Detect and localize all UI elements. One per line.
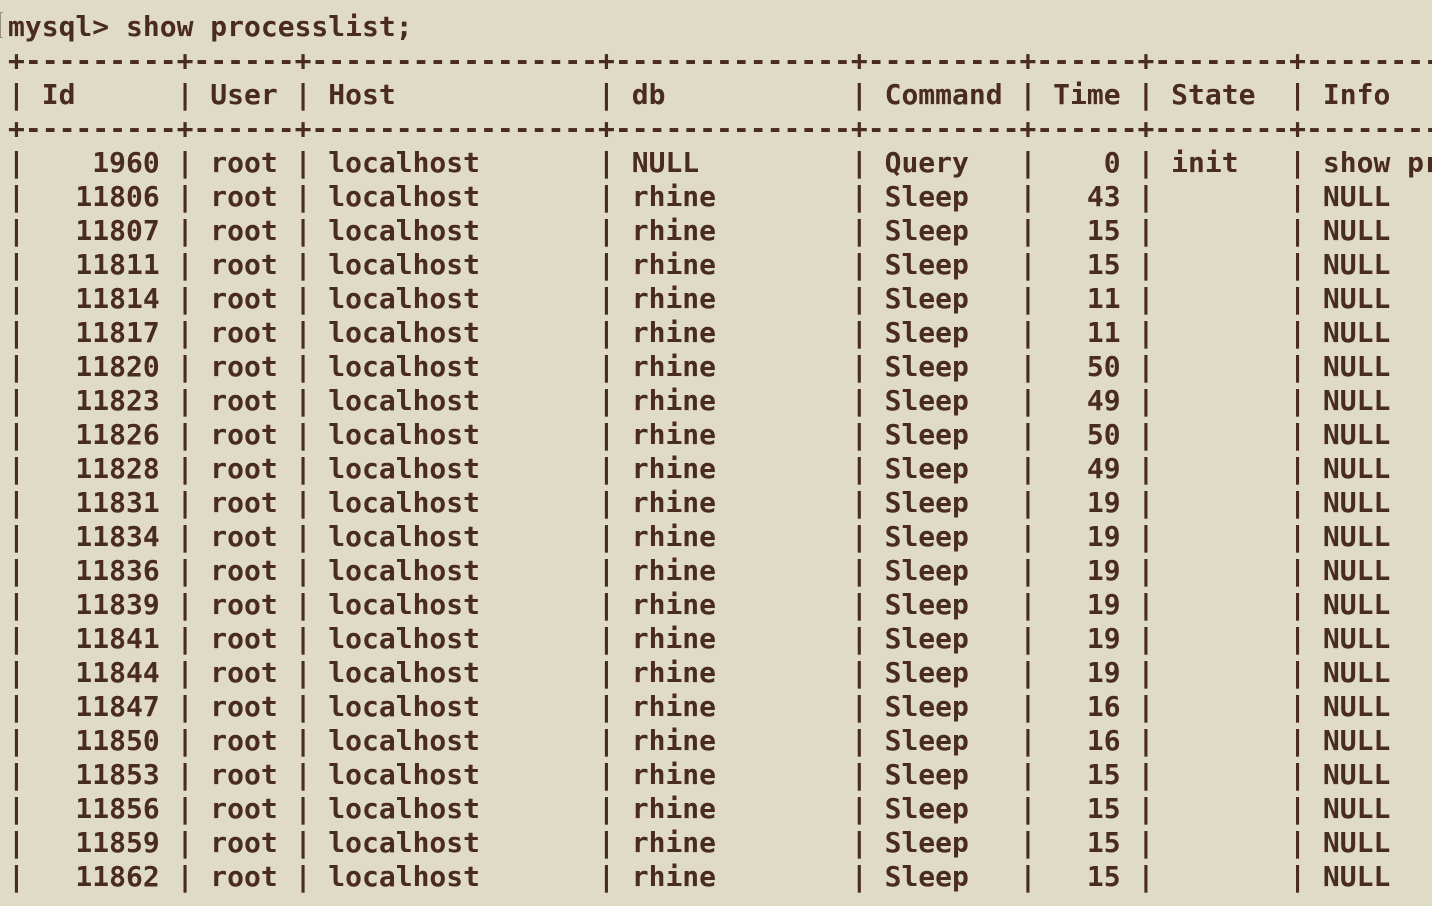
table-row: | 11836 | root | localhost | rhine | Sle… [8,554,1391,587]
table-row: | 11856 | root | localhost | rhine | Sle… [8,792,1391,825]
table-row: | 11823 | root | localhost | rhine | Sle… [8,384,1391,417]
selection-bracket-icon [0,12,3,38]
table-row: | 11844 | root | localhost | rhine | Sle… [8,656,1391,689]
table-border-header: +---------+------+-----------------+----… [8,112,1432,145]
table-row: | 11831 | root | localhost | rhine | Sle… [8,486,1391,519]
table-row: | 1960 | root | localhost | NULL | Query… [8,146,1432,179]
table-row: | 11817 | root | localhost | rhine | Sle… [8,316,1391,349]
table-row: | 11806 | root | localhost | rhine | Sle… [8,180,1391,213]
table-row: | 11834 | root | localhost | rhine | Sle… [8,520,1391,553]
table-row: | 11862 | root | localhost | rhine | Sle… [8,860,1391,893]
table-border-top: +---------+------+-----------------+----… [8,44,1432,77]
table-row: | 11820 | root | localhost | rhine | Sle… [8,350,1391,383]
table-row: | 11828 | root | localhost | rhine | Sle… [8,452,1391,485]
table-row: | 11841 | root | localhost | rhine | Sle… [8,622,1391,655]
command-line: mysql> show processlist; [8,10,413,43]
table-row: | 11839 | root | localhost | rhine | Sle… [8,588,1391,621]
table-row: | 11853 | root | localhost | rhine | Sle… [8,758,1391,791]
table-header-row: | Id | User | Host | db | Command | Time… [8,78,1391,111]
table-row: | 11847 | root | localhost | rhine | Sle… [8,690,1391,723]
table-row: | 11850 | root | localhost | rhine | Sle… [8,724,1391,757]
table-row: | 11811 | root | localhost | rhine | Sle… [8,248,1391,281]
table-row: | 11814 | root | localhost | rhine | Sle… [8,282,1391,315]
table-row: | 11807 | root | localhost | rhine | Sle… [8,214,1391,247]
table-row: | 11826 | root | localhost | rhine | Sle… [8,418,1391,451]
table-row: | 11859 | root | localhost | rhine | Sle… [8,826,1391,859]
terminal-window[interactable]: mysql> show processlist; +---------+----… [0,0,1432,906]
